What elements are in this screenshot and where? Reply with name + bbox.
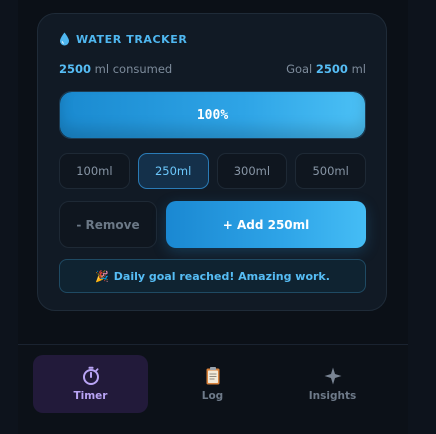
nav-label-timer: Timer	[73, 390, 108, 402]
amount-option-500ml[interactable]: 500ml	[295, 153, 366, 189]
goal-reached-banner: 🎉 Daily goal reached! Amazing work.	[59, 259, 366, 293]
amount-option-100ml[interactable]: 100ml	[59, 153, 130, 189]
clipboard-icon	[206, 367, 219, 385]
add-water-button[interactable]: + Add 250ml	[166, 201, 366, 248]
water-drop-icon	[60, 32, 69, 46]
nav-item-log[interactable]: Log	[155, 355, 270, 413]
nav-item-timer[interactable]: Timer	[33, 355, 148, 413]
consumed-suffix: ml consumed	[94, 62, 173, 76]
goal-text: Goal 2500 ml	[286, 62, 366, 76]
amount-option-250ml[interactable]: 250ml	[137, 153, 209, 189]
goal-unit: ml	[351, 62, 366, 76]
nav-label-insights: Insights	[308, 390, 357, 402]
remove-button[interactable]: - Remove	[59, 201, 157, 248]
party-popper-icon: 🎉	[95, 269, 109, 283]
progress-label: 100%	[196, 107, 229, 123]
bottom-nav: Timer Log Insights	[18, 345, 408, 434]
stopwatch-icon	[82, 366, 99, 385]
goal-prefix: Goal	[286, 62, 313, 76]
progress-bar: 100%	[59, 91, 366, 139]
goal-message: Daily goal reached! Amazing work.	[113, 269, 330, 283]
consumed-value: 2500	[59, 62, 92, 76]
stats-row: 2500 ml consumed Goal 2500 ml	[59, 62, 366, 76]
consumed-text: 2500 ml consumed	[59, 62, 172, 76]
amount-options: 100ml 250ml 300ml 500ml	[59, 153, 366, 189]
goal-value: 2500	[315, 62, 348, 76]
sparkle-icon	[324, 367, 341, 385]
nav-item-insights[interactable]: Insights	[275, 355, 390, 413]
card-header: WATER TRACKER	[59, 32, 187, 46]
nav-label-log: Log	[201, 390, 224, 402]
card-title: WATER TRACKER	[76, 32, 188, 46]
amount-option-300ml[interactable]: 300ml	[216, 153, 288, 189]
